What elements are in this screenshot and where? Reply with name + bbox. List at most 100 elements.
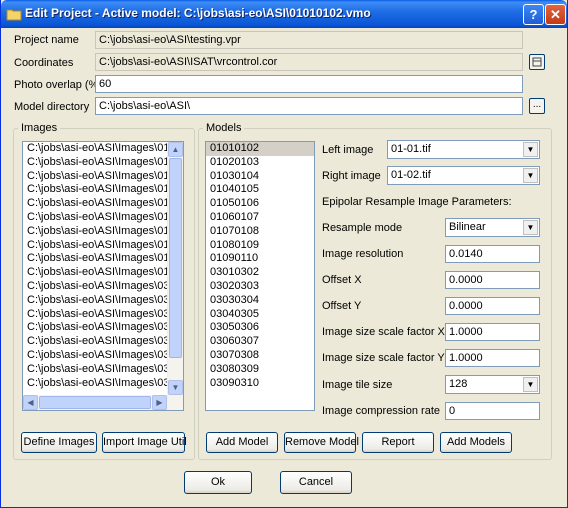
import-image-util-button[interactable]: Import Image Util bbox=[102, 432, 187, 453]
left-image-value: 01-01.tif bbox=[391, 143, 431, 155]
list-item[interactable]: C:\jobs\asi-eo\ASI\Images\03-01 bbox=[23, 280, 169, 294]
cancel-button[interactable]: Cancel bbox=[280, 471, 352, 494]
list-item[interactable]: 03080309 bbox=[206, 363, 314, 377]
resample-mode-value: Bilinear bbox=[449, 221, 486, 233]
resample-mode-select[interactable]: Bilinear ▼ bbox=[445, 218, 540, 237]
tile-size-select[interactable]: 128 ▼ bbox=[445, 375, 540, 394]
list-item[interactable]: C:\jobs\asi-eo\ASI\Images\03-05 bbox=[23, 335, 169, 349]
right-image-select[interactable]: 01-02.tif ▼ bbox=[387, 166, 540, 185]
images-hscroll-thumb[interactable] bbox=[39, 396, 151, 409]
scroll-left-icon[interactable]: ◀ bbox=[23, 395, 38, 410]
remove-model-button[interactable]: Remove Model bbox=[284, 432, 359, 453]
offset-y-label: Offset Y bbox=[322, 300, 362, 312]
list-item[interactable]: 01010102 bbox=[206, 142, 314, 156]
scroll-down-icon[interactable]: ▼ bbox=[168, 380, 183, 395]
list-item[interactable]: C:\jobs\asi-eo\ASI\Images\01-04 bbox=[23, 183, 169, 197]
scale-y-input[interactable]: 1.0000 bbox=[445, 349, 540, 367]
list-item[interactable]: C:\jobs\asi-eo\ASI\Images\01-01 bbox=[23, 142, 169, 156]
list-item[interactable]: 01040105 bbox=[206, 183, 314, 197]
image-resolution-label: Image resolution bbox=[322, 248, 404, 260]
model-directory-input[interactable]: C:\jobs\asi-eo\ASI\ bbox=[95, 97, 523, 115]
chevron-down-icon[interactable]: ▼ bbox=[523, 220, 538, 235]
list-item[interactable]: C:\jobs\asi-eo\ASI\Images\03-06 bbox=[23, 349, 169, 363]
add-model-button[interactable]: Add Model bbox=[206, 432, 278, 453]
list-item[interactable]: 03030304 bbox=[206, 294, 314, 308]
epipolar-header: Epipolar Resample Image Parameters: bbox=[322, 196, 512, 208]
list-item[interactable]: 03020303 bbox=[206, 280, 314, 294]
scroll-up-icon[interactable]: ▲ bbox=[168, 142, 183, 157]
close-button[interactable]: ✕ bbox=[545, 4, 566, 25]
window-title: Edit Project - Active model: C:\jobs\asi… bbox=[25, 6, 371, 20]
left-image-select[interactable]: 01-01.tif ▼ bbox=[387, 140, 540, 159]
project-name-field[interactable]: C:\jobs\asi-eo\ASI\testing.vpr bbox=[95, 31, 523, 49]
chevron-down-icon[interactable]: ▼ bbox=[523, 142, 538, 157]
resample-mode-label: Resample mode bbox=[322, 222, 403, 234]
folder-icon bbox=[6, 9, 22, 21]
coordinates-browse-button[interactable] bbox=[529, 54, 545, 70]
list-item[interactable]: C:\jobs\asi-eo\ASI\Images\01-09 bbox=[23, 252, 169, 266]
list-item[interactable]: 03010302 bbox=[206, 266, 314, 280]
add-models-button[interactable]: Add Models bbox=[440, 432, 512, 453]
define-images-button[interactable]: Define Images bbox=[21, 432, 97, 453]
list-item[interactable]: C:\jobs\asi-eo\ASI\Images\01-07 bbox=[23, 225, 169, 239]
tile-size-value: 128 bbox=[449, 378, 468, 390]
model-directory-browse-button[interactable]: ... bbox=[529, 98, 545, 114]
list-item[interactable]: C:\jobs\asi-eo\ASI\Images\01-02 bbox=[23, 156, 169, 170]
list-item[interactable]: C:\jobs\asi-eo\ASI\Images\03-03 bbox=[23, 308, 169, 322]
list-item[interactable]: C:\jobs\asi-eo\ASI\Images\03-07 bbox=[23, 363, 169, 377]
photo-overlap-input[interactable]: 60 bbox=[95, 75, 523, 93]
coordinates-field[interactable]: C:\jobs\asi-eo\ASI\ISAT\vrcontrol.cor bbox=[95, 53, 523, 71]
images-list[interactable]: C:\jobs\asi-eo\ASI\Images\01-01C:\jobs\a… bbox=[22, 141, 184, 411]
photo-overlap-label: Photo overlap (%) bbox=[14, 79, 103, 91]
list-item[interactable]: 01090110 bbox=[206, 252, 314, 266]
table-icon bbox=[532, 57, 542, 67]
list-item[interactable]: C:\jobs\asi-eo\ASI\Images\01-10 bbox=[23, 266, 169, 280]
list-item[interactable]: C:\jobs\asi-eo\ASI\Images\03-04 bbox=[23, 321, 169, 335]
list-item[interactable]: 03040305 bbox=[206, 308, 314, 322]
list-item[interactable]: 01080109 bbox=[206, 239, 314, 253]
list-item[interactable]: 03050306 bbox=[206, 321, 314, 335]
images-vertical-scrollbar[interactable]: ▲ ▼ bbox=[167, 142, 183, 396]
help-button[interactable]: ? bbox=[523, 4, 544, 25]
scale-x-input[interactable]: 1.0000 bbox=[445, 323, 540, 341]
model-directory-label: Model directory bbox=[14, 101, 90, 113]
scale-y-label: Image size scale factor Y bbox=[322, 352, 445, 364]
list-item[interactable]: C:\jobs\asi-eo\ASI\Images\01-08 bbox=[23, 239, 169, 253]
cancel-label: Cancel bbox=[298, 476, 334, 488]
list-item[interactable]: C:\jobs\asi-eo\ASI\Images\01-03 bbox=[23, 170, 169, 184]
project-name-label: Project name bbox=[14, 34, 79, 46]
list-item[interactable]: 01060107 bbox=[206, 211, 314, 225]
tile-size-label: Image tile size bbox=[322, 379, 393, 391]
list-item[interactable]: C:\jobs\asi-eo\ASI\Images\03-02 bbox=[23, 294, 169, 308]
models-list[interactable]: 01010102 01020103 01030104 01040105 01050106… bbox=[205, 141, 315, 411]
title-bar[interactable]: Edit Project - Active model: C:\jobs\asi… bbox=[1, 0, 567, 28]
edit-project-window: Edit Project - Active model: C:\jobs\asi… bbox=[0, 0, 568, 508]
remove-model-label: Remove Model bbox=[285, 436, 359, 448]
chevron-down-icon[interactable]: ▼ bbox=[523, 168, 538, 183]
list-item[interactable]: 03090310 bbox=[206, 377, 314, 391]
report-button[interactable]: Report bbox=[362, 432, 434, 453]
list-item[interactable]: 03060307 bbox=[206, 335, 314, 349]
ok-button[interactable]: Ok bbox=[184, 471, 252, 494]
list-item[interactable]: 01030104 bbox=[206, 170, 314, 184]
list-item[interactable]: 01070108 bbox=[206, 225, 314, 239]
scroll-right-icon[interactable]: ▶ bbox=[152, 395, 167, 410]
image-resolution-input[interactable]: 0.0140 bbox=[445, 245, 540, 263]
images-scroll-thumb[interactable] bbox=[169, 158, 182, 358]
list-item[interactable]: 01050106 bbox=[206, 197, 314, 211]
list-item[interactable]: C:\jobs\asi-eo\ASI\Images\01-05 bbox=[23, 197, 169, 211]
list-item[interactable]: 01020103 bbox=[206, 156, 314, 170]
import-image-util-label: Import Image Util bbox=[103, 436, 187, 448]
ok-label: Ok bbox=[210, 476, 226, 488]
list-item[interactable]: C:\jobs\asi-eo\ASI\Images\03-08 bbox=[23, 377, 169, 391]
add-model-label: Add Model bbox=[215, 436, 269, 448]
offset-x-input[interactable]: 0.0000 bbox=[445, 271, 540, 289]
chevron-down-icon[interactable]: ▼ bbox=[523, 377, 538, 392]
list-item[interactable]: C:\jobs\asi-eo\ASI\Images\01-06 bbox=[23, 211, 169, 225]
compression-input[interactable]: 0 bbox=[445, 402, 540, 420]
right-image-label: Right image bbox=[322, 170, 381, 182]
offset-y-input[interactable]: 0.0000 bbox=[445, 297, 540, 315]
report-label: Report bbox=[381, 436, 415, 448]
images-horizontal-scrollbar[interactable]: ◀ ▶ bbox=[23, 395, 183, 410]
list-item[interactable]: 03070308 bbox=[206, 349, 314, 363]
